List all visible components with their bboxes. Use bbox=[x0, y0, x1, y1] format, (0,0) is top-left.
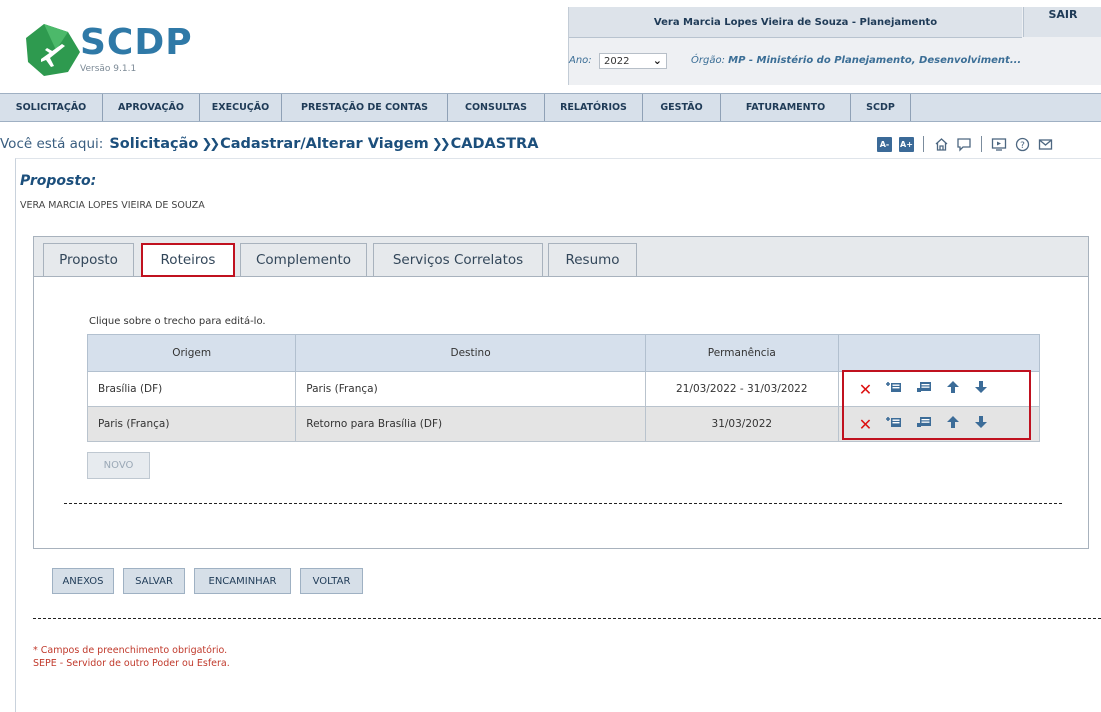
ano-label: Ano: bbox=[569, 55, 592, 66]
ano-select[interactable]: 2022 ⌄ bbox=[599, 53, 667, 69]
move-up-icon[interactable] bbox=[946, 380, 960, 398]
nav-solicitacao[interactable]: SOLICITAÇÃO bbox=[0, 94, 103, 121]
toolbar-divider bbox=[923, 136, 924, 152]
scdp-logo[interactable]: SCDP Versão 9.1.1 bbox=[20, 20, 193, 80]
help-icon[interactable]: ? bbox=[1014, 136, 1030, 152]
nav-gestao[interactable]: GESTÃO bbox=[643, 94, 721, 121]
voltar-button[interactable]: VOLTAR bbox=[300, 568, 363, 594]
move-down-icon[interactable] bbox=[974, 380, 988, 398]
cell-permanencia[interactable]: 31/03/2022 bbox=[644, 406, 839, 442]
col-permanencia: Permanência bbox=[644, 334, 839, 372]
divider bbox=[33, 618, 1101, 619]
breadcrumb: Você está aqui: Solicitação ❯❯ Cadastrar… bbox=[0, 132, 538, 156]
row-actions: ✕ bbox=[849, 380, 1029, 399]
orgao-value: MP - Ministério do Planejamento, Desenvo… bbox=[728, 55, 1022, 66]
svg-text:?: ? bbox=[1020, 141, 1025, 151]
version-label: Versão 9.1.1 bbox=[80, 64, 137, 74]
toolbar: A- A+ ? bbox=[877, 134, 1053, 154]
main-nav: SOLICITAÇÃO APROVAÇÃO EXECUÇÃO PRESTAÇÃO… bbox=[0, 93, 1101, 122]
action-buttons: ANEXOS SALVAR ENCAMINHAR VOLTAR bbox=[52, 568, 412, 594]
tab-resumo[interactable]: Resumo bbox=[548, 243, 637, 276]
col-destino: Destino bbox=[295, 334, 646, 372]
tab-bar: Proposto Roteiros Complemento Serviços C… bbox=[34, 237, 1088, 277]
delete-icon[interactable]: ✕ bbox=[859, 380, 872, 399]
proposto-title: Proposto: bbox=[20, 173, 97, 189]
logout-button[interactable]: SAIR bbox=[1023, 7, 1101, 37]
table-row[interactable]: Paris (França) Retorno para Brasília (DF… bbox=[86, 406, 1041, 442]
nav-relatorios[interactable]: RELATÓRIOS bbox=[545, 94, 643, 121]
novo-button[interactable]: NOVO bbox=[87, 452, 150, 479]
cell-actions: ✕ bbox=[837, 371, 1041, 407]
col-acoes bbox=[837, 334, 1041, 372]
toolbar-divider bbox=[981, 136, 982, 152]
insert-leg-icon[interactable] bbox=[886, 415, 902, 433]
font-increase-button[interactable]: A+ bbox=[899, 136, 914, 152]
divider bbox=[64, 503, 1062, 504]
header: SCDP Versão 9.1.1 Vera Marcia Lopes Viei… bbox=[0, 0, 1101, 88]
duplicate-leg-icon[interactable] bbox=[916, 380, 932, 398]
salvar-button[interactable]: SALVAR bbox=[123, 568, 185, 594]
move-down-icon[interactable] bbox=[974, 415, 988, 433]
anexos-button[interactable]: ANEXOS bbox=[52, 568, 114, 594]
breadcrumb-separator-icon: ❯❯ bbox=[201, 136, 220, 152]
breadcrumb-separator-icon: ❯❯ bbox=[431, 136, 451, 152]
roteiros-table: Origem Destino Permanência Brasília (DF)… bbox=[86, 334, 1041, 442]
tab-servicos-correlatos[interactable]: Serviços Correlatos bbox=[373, 243, 543, 276]
chevron-down-icon: ⌄ bbox=[652, 54, 662, 67]
nav-consultas[interactable]: CONSULTAS bbox=[448, 94, 545, 121]
mail-icon[interactable] bbox=[1037, 136, 1053, 152]
orgao-info: Órgão: MP - Ministério do Planejamento, … bbox=[691, 55, 1021, 66]
home-icon[interactable] bbox=[933, 136, 949, 152]
row-actions: ✕ bbox=[849, 415, 1029, 434]
nav-prestacao-de-contas[interactable]: PRESTAÇÃO DE CONTAS bbox=[282, 94, 448, 121]
tab-complemento[interactable]: Complemento bbox=[240, 243, 367, 276]
ano-value: 2022 bbox=[604, 55, 630, 67]
breadcrumb-item-cadastra: CADASTRA bbox=[450, 136, 539, 152]
airplane-logo-icon bbox=[26, 24, 80, 76]
cell-actions: ✕ bbox=[837, 406, 1041, 442]
table-header-row: Origem Destino Permanência bbox=[86, 334, 1041, 372]
nav-faturamento[interactable]: FATURAMENTO bbox=[721, 94, 851, 121]
edit-hint: Clique sobre o trecho para editá-lo. bbox=[89, 316, 266, 327]
table-row[interactable]: Brasília (DF) Paris (França) 21/03/2022 … bbox=[86, 371, 1041, 407]
sepe-note: SEPE - Servidor de outro Poder ou Esfera… bbox=[33, 658, 230, 669]
encaminhar-button[interactable]: ENCAMINHAR bbox=[194, 568, 291, 594]
col-origem: Origem bbox=[86, 334, 297, 372]
video-icon[interactable] bbox=[991, 136, 1007, 152]
move-up-icon[interactable] bbox=[946, 415, 960, 433]
delete-icon[interactable]: ✕ bbox=[859, 415, 872, 434]
required-fields-note: * Campos de preenchimento obrigatório. bbox=[33, 645, 228, 656]
top-info-bar: Vera Marcia Lopes Vieira de Souza - Plan… bbox=[568, 7, 1101, 85]
chat-icon[interactable] bbox=[956, 136, 972, 152]
breadcrumb-label: Você está aqui: bbox=[0, 136, 104, 152]
orgao-label: Órgão: bbox=[691, 55, 725, 66]
proposto-name: VERA MARCIA LOPES VIEIRA DE SOUZA bbox=[20, 200, 205, 211]
font-decrease-button[interactable]: A- bbox=[877, 136, 892, 152]
nav-scdp[interactable]: SCDP bbox=[851, 94, 911, 121]
user-name: Vera Marcia Lopes Vieira de Souza - Plan… bbox=[569, 7, 1022, 38]
cell-origem[interactable]: Brasília (DF) bbox=[86, 371, 297, 407]
tab-proposto[interactable]: Proposto bbox=[43, 243, 134, 276]
nav-aprovacao[interactable]: APROVAÇÃO bbox=[103, 94, 200, 121]
cell-destino[interactable]: Retorno para Brasília (DF) bbox=[295, 406, 646, 442]
logo-text: SCDP bbox=[80, 22, 193, 63]
breadcrumb-item-solicitacao[interactable]: Solicitação bbox=[109, 136, 198, 152]
cell-destino[interactable]: Paris (França) bbox=[295, 371, 646, 407]
tab-roteiros[interactable]: Roteiros bbox=[141, 243, 235, 277]
cell-origem[interactable]: Paris (França) bbox=[86, 406, 297, 442]
insert-leg-icon[interactable] bbox=[886, 380, 902, 398]
duplicate-leg-icon[interactable] bbox=[916, 415, 932, 433]
breadcrumb-item-cadastrar[interactable]: Cadastrar/Alterar Viagem bbox=[220, 136, 429, 152]
nav-execucao[interactable]: EXECUÇÃO bbox=[200, 94, 282, 121]
cell-permanencia[interactable]: 21/03/2022 - 31/03/2022 bbox=[644, 371, 839, 407]
